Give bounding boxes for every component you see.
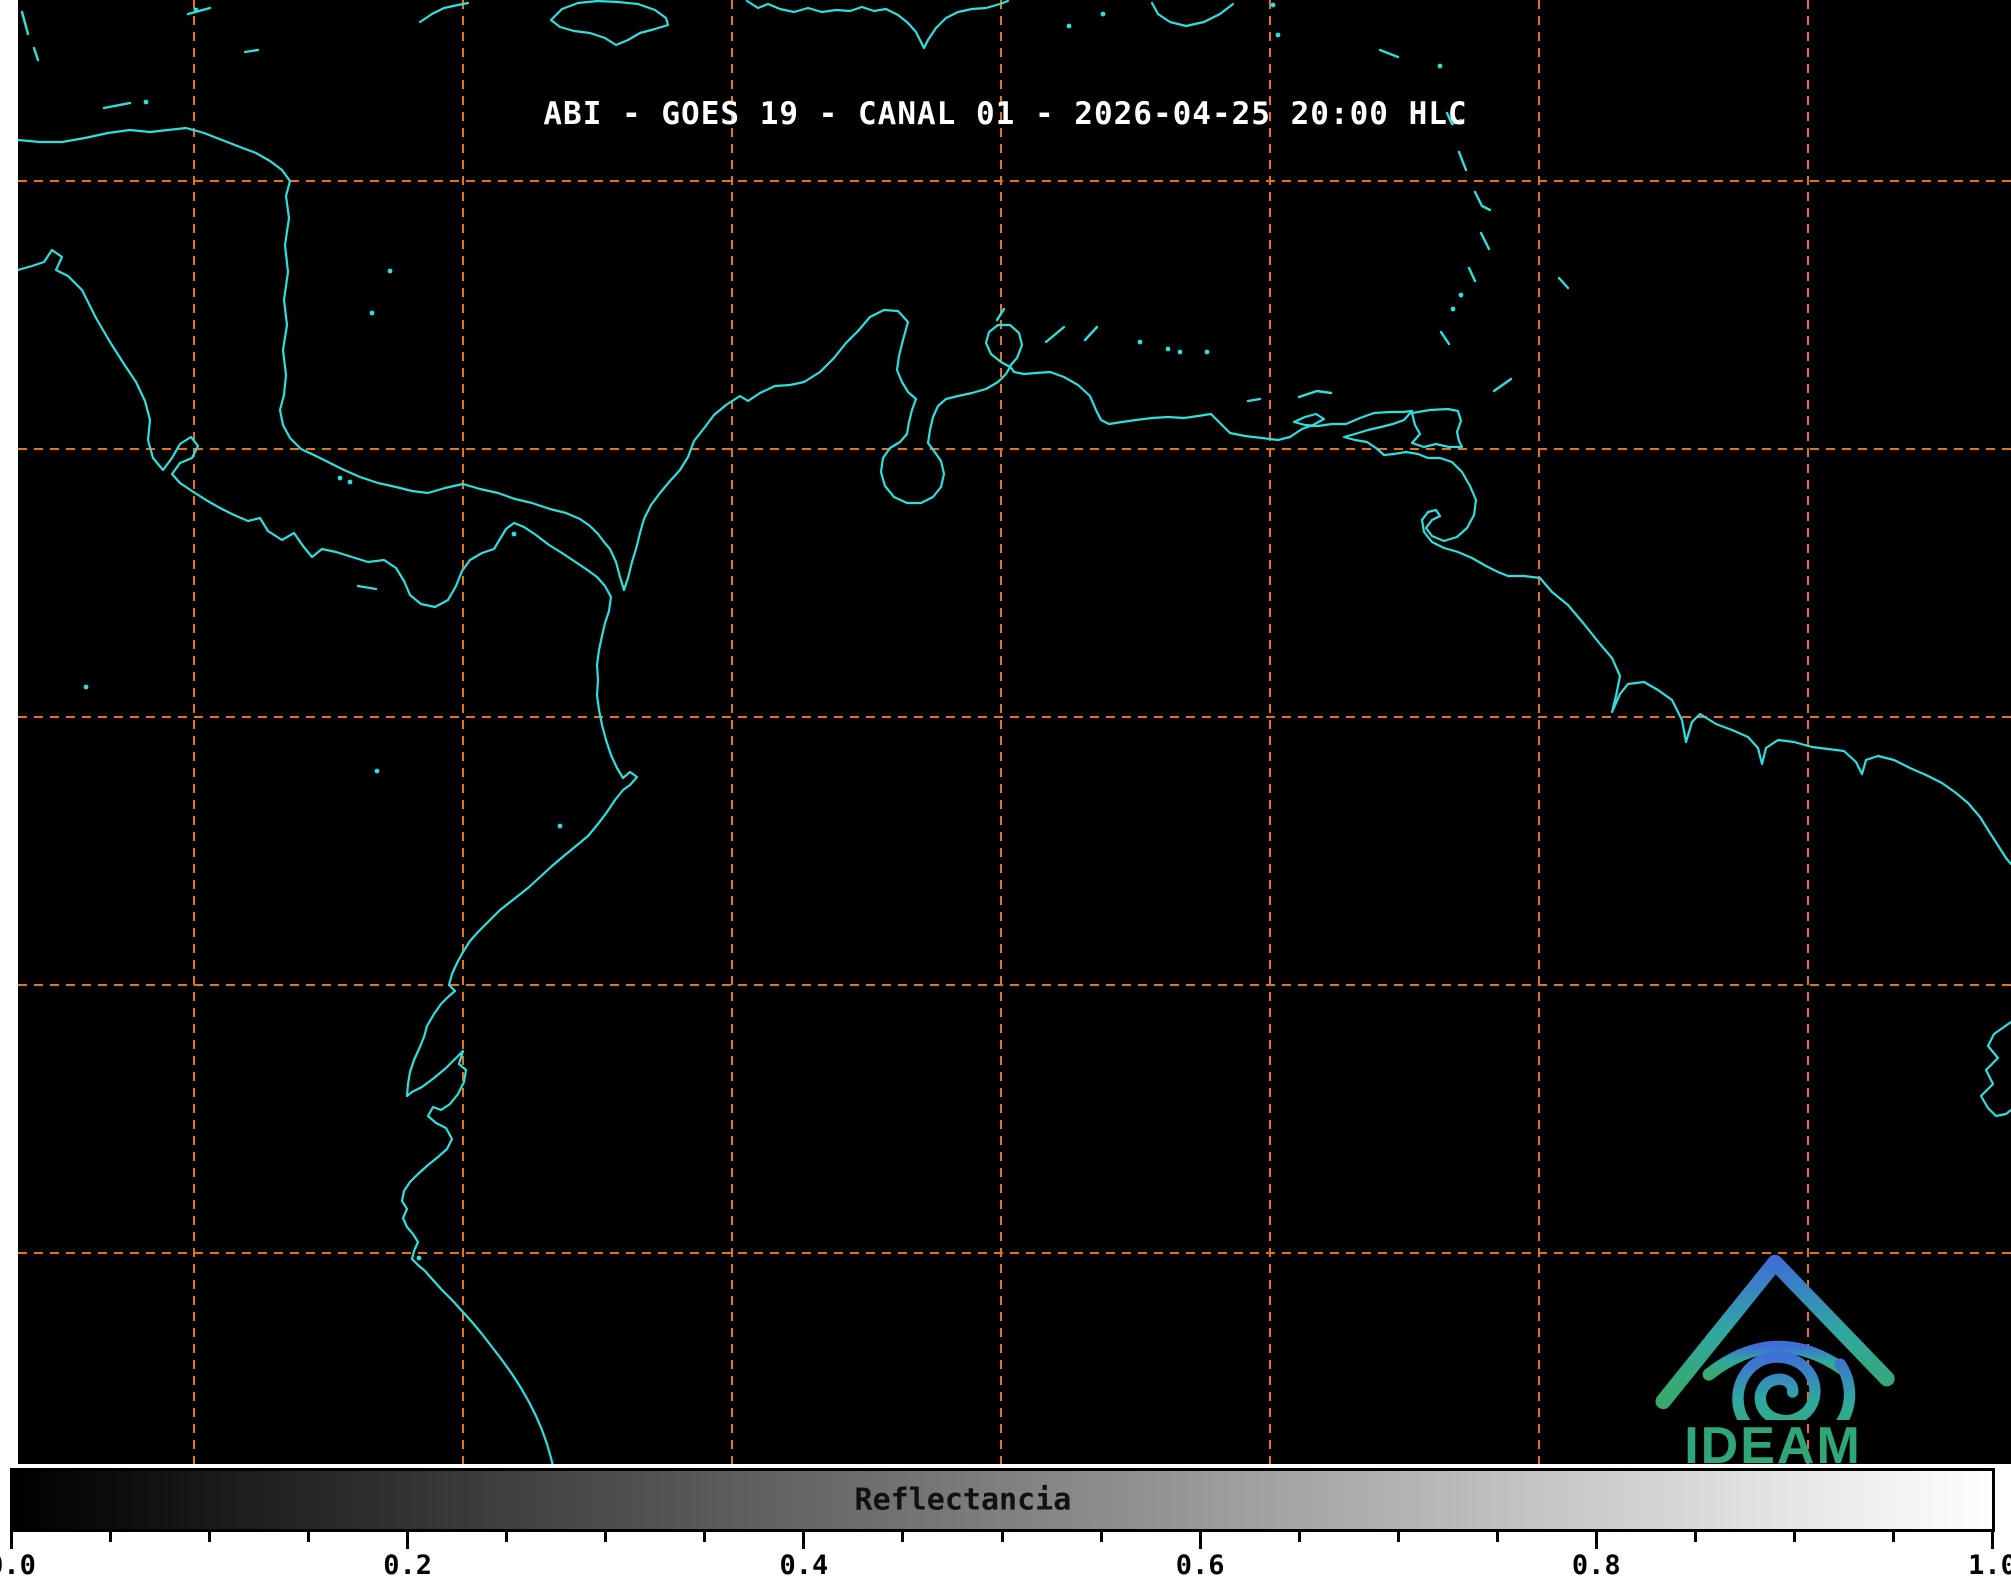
islet-dot <box>1437 63 1443 69</box>
colorbar-tick <box>1495 1532 1499 1542</box>
colorbar-tick <box>1396 1532 1400 1542</box>
colorbar-tick <box>1693 1532 1697 1542</box>
grenada <box>1439 330 1451 346</box>
st-vincent <box>1467 266 1477 283</box>
colorbar-tick <box>703 1532 707 1542</box>
islet-dot <box>1100 11 1106 17</box>
colorbar-tick-label: 0.8 <box>1571 1550 1621 1581</box>
colorbar-tick <box>901 1532 905 1542</box>
la-tortuga <box>1246 397 1262 403</box>
caribbean-mainland-coast <box>18 126 2011 866</box>
colorbar-tick <box>109 1532 113 1542</box>
tobago <box>1492 377 1513 393</box>
bonaire <box>1083 325 1099 342</box>
colorbar-tick <box>10 1532 13 1549</box>
barbados <box>1557 276 1570 290</box>
swan-islands <box>243 48 260 54</box>
st-lucia <box>1479 231 1491 251</box>
st-kitts-nevis <box>1378 48 1400 59</box>
colorbar-tick-label: 0.6 <box>1175 1550 1225 1581</box>
islet-dot <box>1450 306 1456 312</box>
islet-dot <box>347 479 353 485</box>
curacao <box>1044 325 1066 344</box>
islet-dot <box>1458 292 1464 298</box>
islet-dot <box>193 7 199 13</box>
colorbar-tick <box>1792 1532 1796 1542</box>
colorbar-tick <box>307 1532 311 1542</box>
islet-dot <box>337 475 343 481</box>
islet-dot <box>557 823 563 829</box>
colorbar-label: Reflectancia <box>854 1482 1072 1518</box>
hispaniola-south-coast <box>745 0 1010 50</box>
belize-cays-2 <box>32 46 40 62</box>
jamaica <box>549 0 670 47</box>
colorbar-tick <box>406 1532 410 1549</box>
islet-dot <box>511 531 517 537</box>
colorbar-tick <box>1099 1532 1103 1542</box>
colorbar-tick <box>604 1532 608 1542</box>
islet-dot <box>374 768 380 774</box>
islet-dot <box>387 268 393 274</box>
dominica <box>1457 150 1468 172</box>
trinidad <box>1410 407 1464 449</box>
islet-dot <box>1204 349 1210 355</box>
margarita <box>1297 389 1333 399</box>
colorbar-tick-label: 1.0 <box>1968 1550 2011 1581</box>
puerto-rico <box>1150 1 1235 28</box>
colorbar-tick <box>1198 1532 1202 1549</box>
colorbar-tick <box>208 1532 212 1542</box>
coiba <box>356 584 378 591</box>
colorbar-tick-label: 0.0 <box>0 1550 36 1581</box>
islet-dot <box>83 684 89 690</box>
colorbar-tick-label: 0.2 <box>383 1550 433 1581</box>
colorbar-tick <box>1991 1532 1994 1549</box>
reflectance-colorbar: Reflectancia <box>10 1468 1995 1532</box>
cays-north <box>186 6 212 16</box>
islet-dot <box>1165 346 1171 352</box>
amazon-coast-fragment <box>1979 1020 2011 1118</box>
islet-dot <box>1177 349 1183 355</box>
colorbar-tick-label: 0.4 <box>779 1550 829 1581</box>
islet-dot <box>369 310 375 316</box>
map-title: ABI - GOES 19 - CANAL 01 - 2026-04-25 20… <box>543 96 1468 132</box>
ideam-logo: IDEAM <box>1648 1244 1898 1476</box>
martinique <box>1473 190 1492 212</box>
colorbar-tick <box>1000 1532 1004 1542</box>
colorbar-tick <box>1594 1532 1598 1549</box>
colorbar-tick <box>505 1532 509 1542</box>
islet-dot <box>416 1255 422 1261</box>
colorbar-axis: 0.0 0.2 0.4 0.6 0.8 1.0 <box>0 1532 2011 1581</box>
pacific-coast <box>18 248 639 1464</box>
islet-dot <box>1270 2 1276 8</box>
ideam-logo-mark <box>1655 1254 1895 1450</box>
islet-dot <box>1066 23 1072 29</box>
colorbar-tick <box>1297 1532 1301 1542</box>
colorbar-tick <box>802 1532 806 1549</box>
belize-cays <box>20 10 30 36</box>
islet-dot <box>1137 339 1143 345</box>
colorbar-tick <box>1891 1532 1895 1542</box>
cuba-fragment <box>418 1 470 24</box>
islet-dot <box>1275 32 1281 38</box>
ideam-logo-text: IDEAM <box>1684 1417 1862 1475</box>
